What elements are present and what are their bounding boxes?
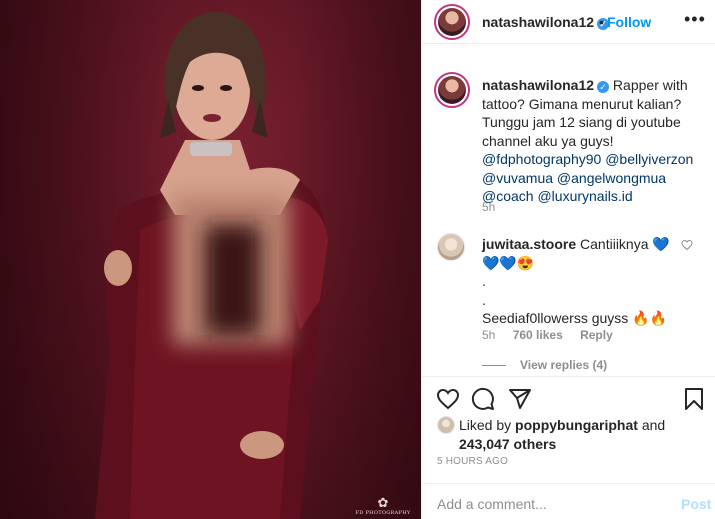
- view-replies-label[interactable]: View replies (4): [520, 358, 607, 372]
- comment-likes[interactable]: 760 likes: [513, 328, 563, 342]
- comment-input[interactable]: Add a comment...: [437, 496, 667, 512]
- photo-watermark-text: FD PHOTOGRAPHY: [355, 510, 411, 516]
- view-replies-button[interactable]: View replies (4): [482, 358, 607, 372]
- more-options-icon[interactable]: •••: [684, 10, 706, 28]
- author-username[interactable]: natashawilona12 ✓: [482, 14, 610, 30]
- mention-link[interactable]: @bellyiverzon: [605, 151, 693, 167]
- post-timestamp[interactable]: 5 HOURS AGO: [437, 456, 508, 467]
- hand-right: [240, 431, 284, 459]
- post-side-panel: natashawilona12 ✓ • Follow ••• natashawil…: [421, 0, 715, 519]
- heart-icon[interactable]: [436, 387, 460, 411]
- likes-and: and: [637, 417, 666, 433]
- view-replies-divider: [482, 365, 506, 367]
- comment-line: 💙💙😍: [482, 254, 535, 271]
- likes-count[interactable]: 243,047 others: [459, 436, 556, 452]
- post-comment-button[interactable]: Post: [681, 496, 711, 512]
- caption-timestamp[interactable]: 5h: [482, 200, 495, 214]
- separator-dot: •: [599, 14, 604, 30]
- comment-text: juwitaa.stoore Cantiiiknya 💙 💙💙😍 . . See…: [482, 235, 682, 328]
- commenter-avatar[interactable]: [437, 233, 465, 261]
- likes-text: Liked by poppybungariphat and 243,047 ot…: [459, 416, 709, 453]
- follow-button[interactable]: Follow: [607, 14, 651, 30]
- author-avatar[interactable]: [434, 4, 470, 40]
- reply-button[interactable]: Reply: [580, 328, 613, 342]
- comment-line: .: [482, 273, 486, 289]
- hand-left: [104, 250, 132, 286]
- instagram-post: ✿ FD PHOTOGRAPHY natashawilona12 ✓ • Foll…: [0, 0, 715, 519]
- photo-watermark-logo: ✿: [377, 495, 389, 510]
- mention-link[interactable]: @vuvamua: [482, 170, 553, 186]
- action-bar: [422, 376, 715, 420]
- photo-watermark: ✿ FD PHOTOGRAPHY: [352, 495, 414, 517]
- liker-username[interactable]: poppybungariphat: [515, 417, 638, 433]
- comment-meta: 5h 760 likes Reply: [482, 328, 627, 342]
- share-icon[interactable]: [508, 387, 532, 411]
- liker-avatar[interactable]: [437, 416, 455, 434]
- comment-icon[interactable]: [471, 387, 495, 411]
- add-comment-bar: Add a comment... Post: [422, 483, 715, 519]
- photo-illustration: [95, 12, 328, 519]
- mention-link[interactable]: @fdphotography90: [482, 151, 601, 167]
- caption-verified-badge-icon: ✓: [597, 81, 610, 93]
- bookmark-icon[interactable]: [682, 387, 706, 411]
- commenter-username[interactable]: juwitaa.stoore: [482, 236, 576, 252]
- caption-avatar[interactable]: [434, 72, 470, 108]
- comment-timestamp[interactable]: 5h: [482, 328, 495, 342]
- comment-line: Cantiiiknya 💙: [576, 236, 670, 252]
- likes-prefix: Liked by: [459, 417, 516, 433]
- mention-link[interactable]: @luxurynails.id: [537, 188, 632, 204]
- author-username-text[interactable]: natashawilona12: [482, 14, 594, 30]
- comment-line: Seediaf0llowerss guyss 🔥🔥: [482, 310, 668, 326]
- post-photo[interactable]: ✿ FD PHOTOGRAPHY: [0, 0, 421, 519]
- comment-line: .: [482, 291, 486, 308]
- mention-link[interactable]: @angelwongmua: [557, 170, 666, 186]
- comment-like-heart-icon[interactable]: [681, 239, 693, 251]
- post-header: natashawilona12 ✓ • Follow •••: [422, 0, 715, 44]
- choker: [190, 142, 232, 156]
- caption-text: natashawilona12 ✓ Rapper with tattoo? Gim…: [482, 76, 704, 206]
- caption-username[interactable]: natashawilona12: [482, 77, 594, 93]
